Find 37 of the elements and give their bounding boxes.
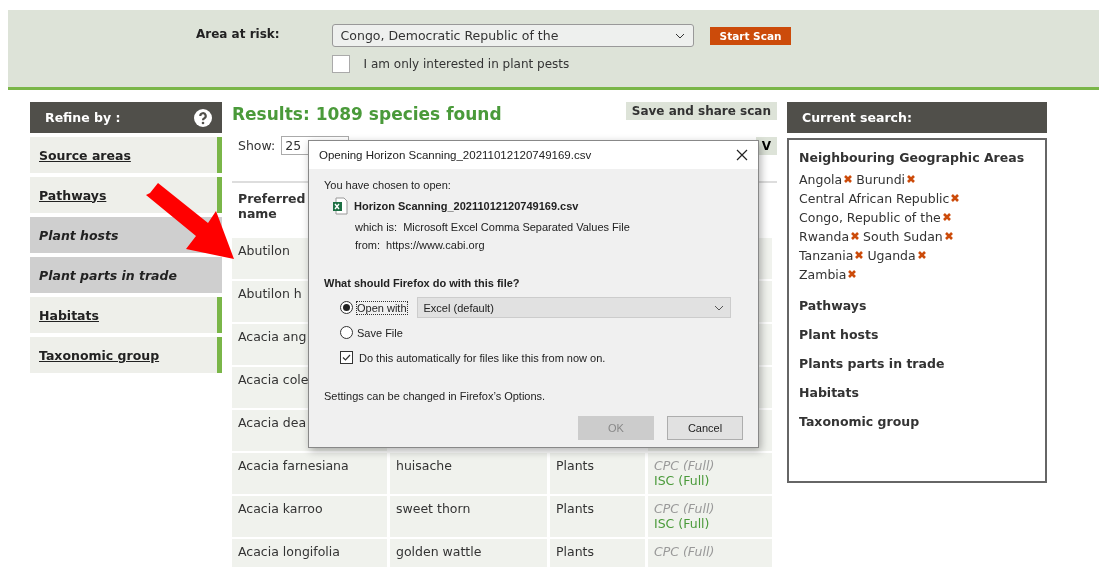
table-cell: Plants [550,453,648,494]
filter-heading: Taxonomic group [799,414,921,429]
table-cell: Acacia farnesiana [232,453,390,494]
table-cell: Plants [550,496,648,537]
refine-title: Refine by : [45,110,121,125]
dialog-title: Opening Horizon Scanning_20211012120749169.csv [319,149,592,161]
current-search-title: Current search: [802,110,912,125]
which-label: which is: [355,221,398,233]
file-name: Horizon Scanning_20211012120749169.csv [354,200,579,212]
area-tag: Uganda [867,248,916,263]
table-cell: Plants [550,539,648,567]
area-tag: Angola [799,172,843,187]
filter-heading: Pathways [799,298,868,313]
checkbox-label: I am only interested in plant pests [363,57,570,71]
area-tag: Zambia [799,267,847,282]
filter-heading: Plants parts in trade [799,356,946,371]
file-type: Microsoft Excel Comma Separated Values File [403,221,630,233]
area-tag: Congo, Republic of the [799,210,941,225]
filter-heading: Neighbouring Geographic Areas [799,149,1026,167]
filter-heading: Plant hosts [799,327,880,342]
show-label: Show: [238,138,276,153]
area-label: Area at risk: [196,26,280,43]
area-tag: Rwanda [799,229,850,244]
results-title: Results: 1089 species found [232,103,502,124]
from-label: from: [355,239,381,251]
table-cell: huisache [390,453,550,494]
area-tag: Burundi [856,172,906,187]
table-cell: sweet thorn [390,496,550,537]
table-cell: Acacia longifolia [232,539,390,567]
dialog-text: You have chosen to open: [324,179,452,191]
area-tag: Tanzania [799,248,854,263]
area-tag: Central African Republic [799,191,950,206]
table-cell: Acacia karroo [232,496,390,537]
area-tag: South Sudan [863,229,943,244]
column-header: Preferred name [238,191,307,221]
table-cell: golden wattle [390,539,550,567]
filter-heading: Habitats [799,385,860,400]
